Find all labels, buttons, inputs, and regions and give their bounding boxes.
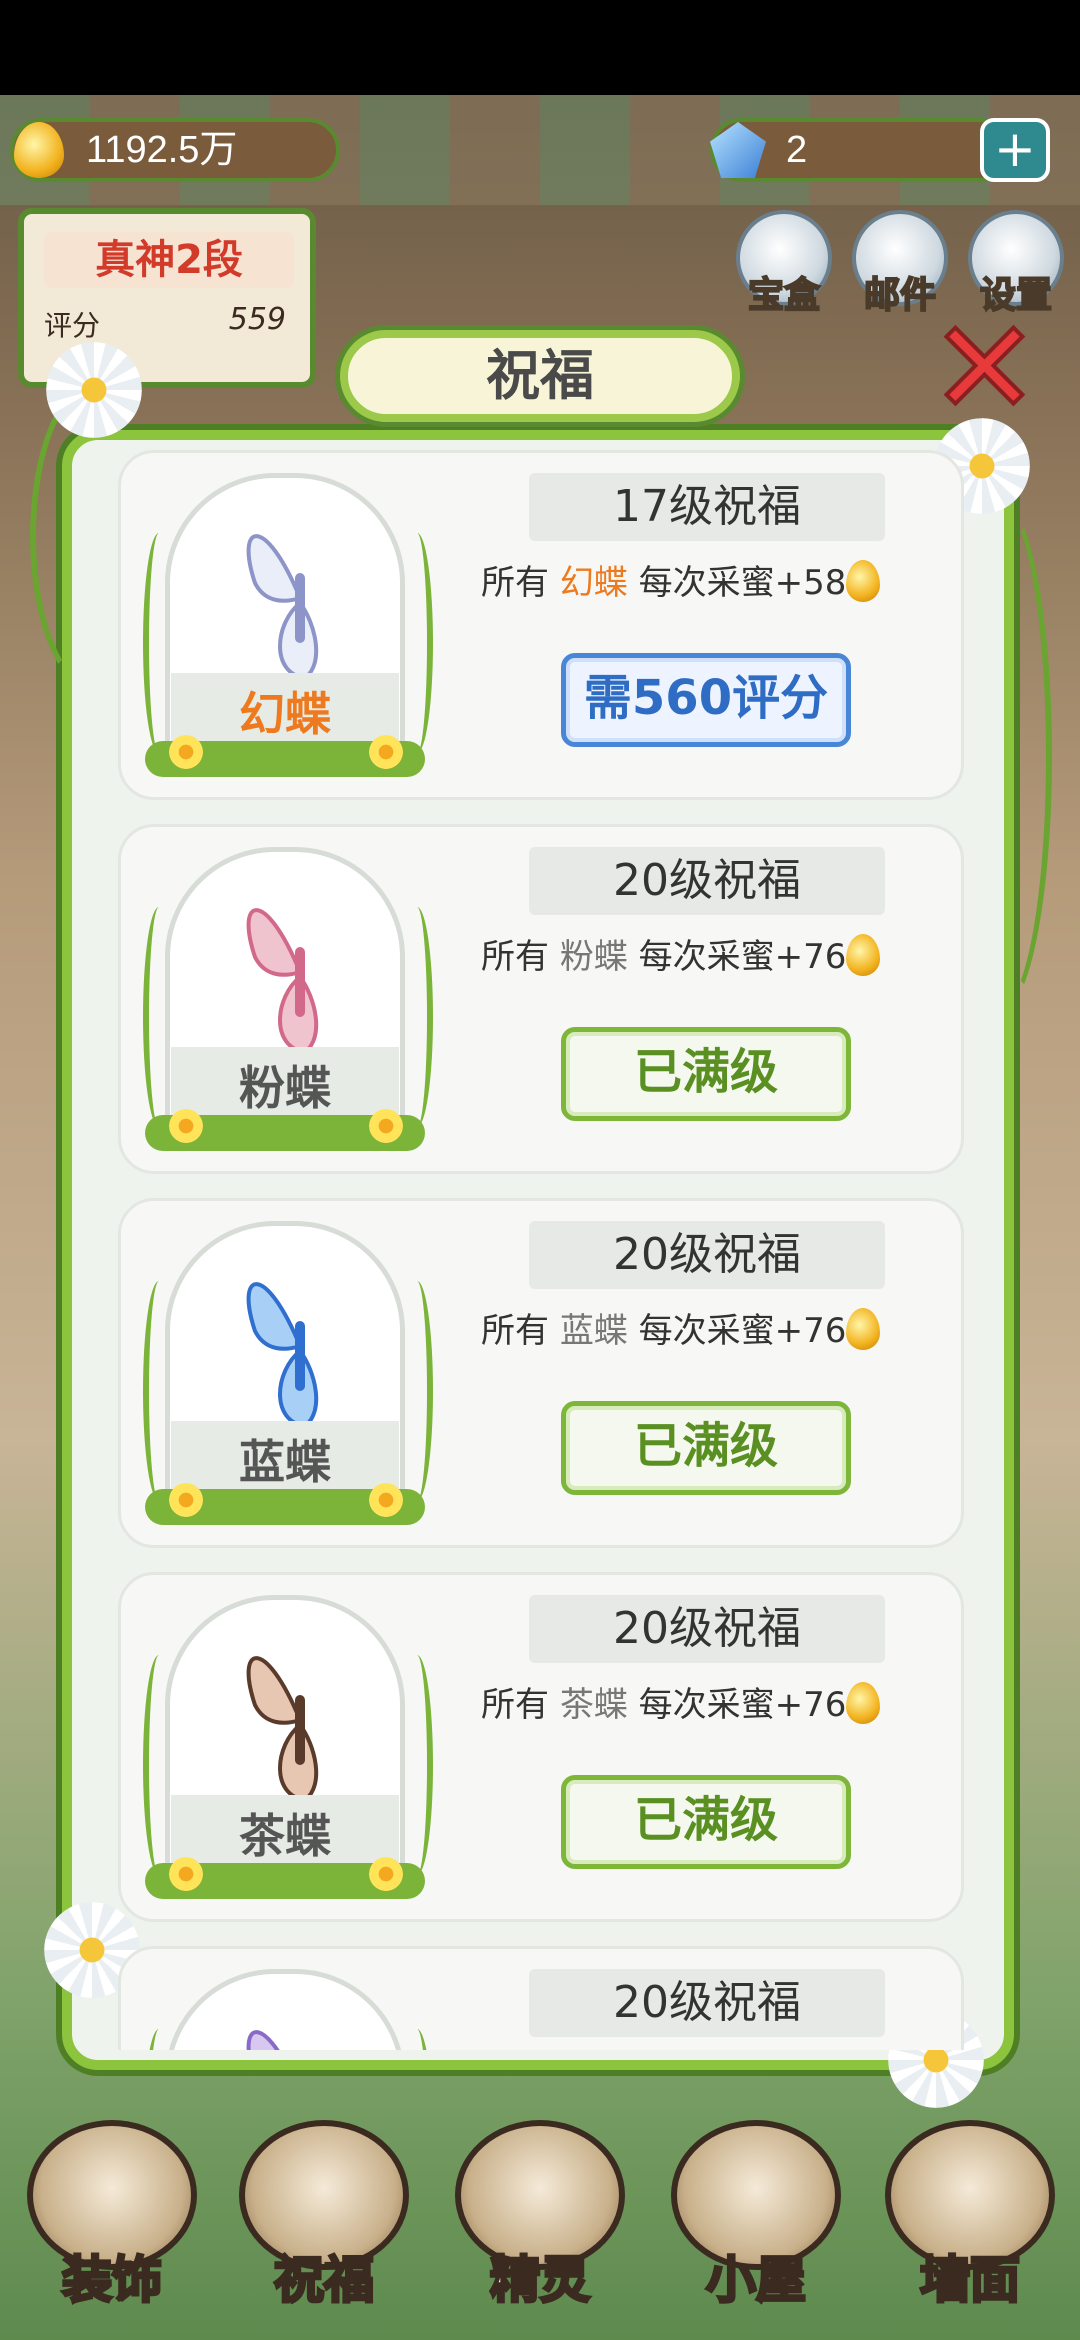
desc-suffix: 每次采蜜+76 xyxy=(638,1685,847,1725)
rank-title: 真神2段 xyxy=(44,232,294,288)
butterfly-icon xyxy=(246,534,319,681)
upper-wing xyxy=(246,1282,303,1351)
butterfly-icon xyxy=(246,1282,319,1429)
butterfly-portrait: 幻蝶 xyxy=(135,473,435,781)
gem-amount: 2 xyxy=(786,129,808,171)
score-label: 评分 xyxy=(44,309,101,342)
upper-wing xyxy=(246,1656,303,1725)
nav-fairy-label: 精灵 xyxy=(489,2250,592,2311)
butterfly-name: 蓝蝶 xyxy=(239,1435,331,1489)
upper-wing xyxy=(246,534,303,603)
blessing-action-button[interactable]: 已满级 xyxy=(561,1775,851,1869)
blessing-action-button[interactable]: 需560评分 xyxy=(561,653,851,747)
bottom-nav: 装饰 祝福 精灵 小屋 墙面 xyxy=(0,2110,1080,2340)
desc-prefix: 所有 xyxy=(481,1685,549,1725)
butterfly-body xyxy=(295,1321,305,1391)
blessing-description: 所有 茶蝶 每次采蜜+76 xyxy=(481,1675,951,1735)
gift-box-button[interactable]: 宝盒 xyxy=(726,210,842,318)
desc-suffix: 每次采蜜+76 xyxy=(638,937,847,977)
honey-drop-icon xyxy=(846,934,881,976)
flower-decoration xyxy=(369,1109,403,1143)
honey-drop-icon xyxy=(846,560,881,602)
desc-prefix: 所有 xyxy=(481,1311,549,1351)
desc-prefix: 所有 xyxy=(481,937,549,977)
vine-decoration xyxy=(401,2029,433,2050)
upper-wing xyxy=(246,908,303,977)
desc-suffix: 每次采蜜+58 xyxy=(638,563,847,603)
honey-drop-icon xyxy=(846,1308,881,1350)
blessing-level: 20级祝福 xyxy=(529,1221,885,1289)
add-gem-button[interactable]: + xyxy=(980,118,1050,182)
desc-butterfly-name: 蓝蝶 xyxy=(559,1311,628,1351)
flower-decoration xyxy=(169,1109,203,1143)
daisy-decoration xyxy=(46,342,142,438)
blessing-card: 20级祝福 xyxy=(118,1946,964,2050)
butterfly-portrait: 蓝蝶 xyxy=(135,1221,435,1529)
butterfly-name: 粉蝶 xyxy=(239,1061,331,1115)
vine-decoration xyxy=(401,1655,433,1875)
nav-house-label: 小屋 xyxy=(705,2250,808,2311)
vine-decoration xyxy=(950,500,1052,1012)
desc-suffix: 每次采蜜+76 xyxy=(638,1311,847,1351)
nav-decor[interactable]: 装饰 xyxy=(14,2120,210,2340)
butterfly-portrait: 茶蝶 xyxy=(135,1595,435,1903)
nav-blessing[interactable]: 祝福 xyxy=(226,2120,422,2340)
honey-drop-icon xyxy=(846,1682,881,1724)
nav-blessing-label: 祝福 xyxy=(273,2250,376,2311)
score-value: 559 xyxy=(228,302,286,337)
flower-decoration xyxy=(369,1857,403,1891)
upper-wing xyxy=(246,2030,280,2050)
butterfly-portrait xyxy=(135,1969,435,2050)
butterfly-body xyxy=(295,1695,305,1765)
desc-prefix: 所有 xyxy=(481,563,549,603)
blessing-description: 所有 粉蝶 每次采蜜+76 xyxy=(481,927,951,987)
butterfly-portrait: 粉蝶 xyxy=(135,847,435,1155)
butterfly-icon xyxy=(246,908,319,1055)
blessing-action-button[interactable]: 已满级 xyxy=(561,1027,851,1121)
butterfly-icon xyxy=(246,2030,280,2050)
blessing-level: 17级祝福 xyxy=(529,473,885,541)
blessing-level: 20级祝福 xyxy=(529,1595,885,1663)
blessing-level: 20级祝福 xyxy=(529,847,885,915)
gift-box-label: 宝盒 xyxy=(747,274,821,317)
vine-decoration xyxy=(401,1281,433,1501)
blessing-card: 幻蝶 17级祝福所有 幻蝶 每次采蜜+58 需560评分 xyxy=(118,450,964,800)
honey-amount: 1192.5万 xyxy=(86,129,238,171)
flower-decoration xyxy=(169,735,203,769)
blessing-level: 20级祝福 xyxy=(529,1969,885,2037)
butterfly-icon xyxy=(246,1656,319,1803)
nav-fairy[interactable]: 精灵 xyxy=(442,2120,638,2340)
desc-butterfly-name: 茶蝶 xyxy=(559,1685,628,1725)
nav-wall[interactable]: 墙面 xyxy=(872,2120,1068,2340)
nav-decor-label: 装饰 xyxy=(61,2250,164,2311)
blessing-action-button[interactable]: 已满级 xyxy=(561,1401,851,1495)
butterfly-name: 幻蝶 xyxy=(239,687,331,741)
vine-decoration xyxy=(401,907,433,1127)
flower-decoration xyxy=(169,1483,203,1517)
blessing-list[interactable]: 幻蝶 17级祝福 所有 幻蝶 每次采蜜+58 需560评分 粉蝶 20级祝福 所有 粉蝶 每… xyxy=(118,450,964,2050)
desc-butterfly-name: 粉蝶 xyxy=(559,937,628,977)
blessing-description: 所有 蓝蝶 每次采蜜+76 xyxy=(481,1301,951,1361)
blessing-card: 茶蝶 20级祝福所有 茶蝶 每次采蜜+76 已满级 xyxy=(118,1572,964,1922)
desc-butterfly-name: 幻蝶 xyxy=(559,563,628,603)
dialog-title: 祝福 xyxy=(340,330,740,422)
nav-wall-label: 墙面 xyxy=(919,2250,1022,2311)
blessing-description: 所有 幻蝶 每次采蜜+58 xyxy=(481,553,951,613)
blessing-card: 粉蝶 20级祝福所有 粉蝶 每次采蜜+76 已满级 xyxy=(118,824,964,1174)
butterfly-body xyxy=(295,573,305,643)
flower-decoration xyxy=(369,735,403,769)
butterfly-body xyxy=(295,947,305,1017)
flower-decoration xyxy=(369,1483,403,1517)
nav-house[interactable]: 小屋 xyxy=(658,2120,854,2340)
close-button[interactable]: ✕ xyxy=(928,301,1041,435)
butterfly-name: 茶蝶 xyxy=(239,1809,331,1863)
vine-decoration xyxy=(401,533,433,753)
blessing-card: 蓝蝶 20级祝福所有 蓝蝶 每次采蜜+76 已满级 xyxy=(118,1198,964,1548)
flower-decoration xyxy=(169,1857,203,1891)
